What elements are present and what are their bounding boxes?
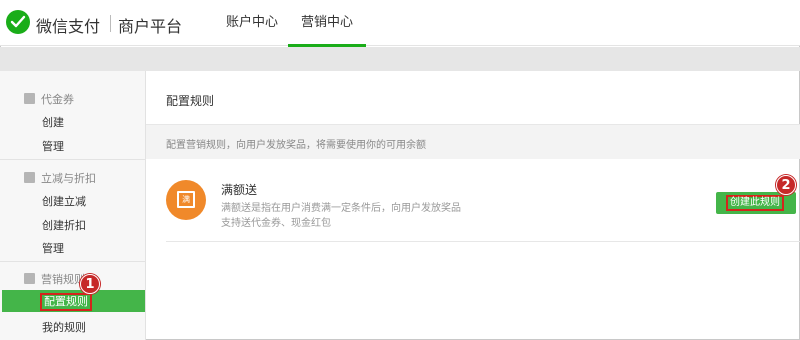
sidebar-item-config-rules[interactable]: 配置规则: [2, 290, 145, 312]
sidebar-group-label: 代金券: [41, 93, 74, 106]
rule-card: 满 满额送 满额送是指在用户消费满一定条件后，向用户发放奖品 支持送代金券、现金…: [166, 172, 800, 242]
full-amount-gift-icon: 满: [166, 180, 206, 220]
discount-icon: [24, 172, 35, 183]
step-badge-1: 1: [80, 274, 100, 294]
sidebar-item-create-discount[interactable]: 创建折扣: [42, 217, 86, 233]
page-title: 配置规则: [166, 94, 215, 108]
step-badge-2: 2: [776, 175, 796, 195]
nav-account-center[interactable]: 账户中心: [214, 0, 290, 46]
sidebar-group-label: 营销规则: [41, 273, 85, 286]
rule-support-note: 支持送代金券、现金红包: [221, 218, 331, 229]
sidebar-group-coupon: 代金券: [24, 91, 74, 107]
sidebar-group-label: 立减与折扣: [41, 172, 96, 185]
description-bar: 配置营销规则，向用户发放奖品，将需要使用你的可用余额: [146, 125, 800, 159]
page-description: 配置营销规则，向用户发放奖品，将需要使用你的可用余额: [166, 140, 426, 151]
wechat-pay-logo-icon: [6, 10, 30, 34]
nav-marketing-center[interactable]: 营销中心: [288, 0, 366, 47]
rule-icon-char: 满: [179, 193, 193, 206]
sidebar-item-label: 配置规则: [40, 293, 92, 311]
top-header: 微信支付 商户平台 账户中心 营销中心: [0, 0, 800, 47]
sidebar-item-coupon-create[interactable]: 创建: [42, 114, 64, 130]
sidebar-group-marketing-rules: 营销规则: [24, 271, 85, 287]
brand-subtitle: 商户平台: [118, 17, 183, 36]
sidebar-divider: [0, 261, 146, 262]
gift-icon: [24, 273, 35, 284]
sidebar-item-my-rules[interactable]: 我的规则: [42, 319, 86, 335]
coupon-icon: [24, 93, 35, 104]
sidebar-group-discount: 立减与折扣: [24, 170, 96, 186]
sidebar-item-discount-manage[interactable]: 管理: [42, 240, 64, 256]
create-rule-button[interactable]: 创建此规则: [716, 192, 796, 214]
sidebar: 代金券 创建 管理 立减与折扣 创建立减 创建折扣 管理 营销规则 配置规则 我…: [0, 71, 146, 340]
rule-name: 满额送: [221, 183, 258, 197]
rule-description: 满额送是指在用户消费满一定条件后，向用户发放奖品: [221, 203, 461, 214]
sidebar-item-create-reduction[interactable]: 创建立减: [42, 193, 86, 209]
sidebar-divider: [0, 159, 146, 160]
rule-icon-card: 满: [177, 191, 195, 208]
brand-divider: [110, 15, 111, 32]
header-gray-band: [0, 47, 800, 71]
create-rule-button-label: 创建此规则: [726, 195, 784, 211]
brand-name: 微信支付: [36, 17, 101, 36]
sidebar-item-coupon-manage[interactable]: 管理: [42, 138, 64, 154]
